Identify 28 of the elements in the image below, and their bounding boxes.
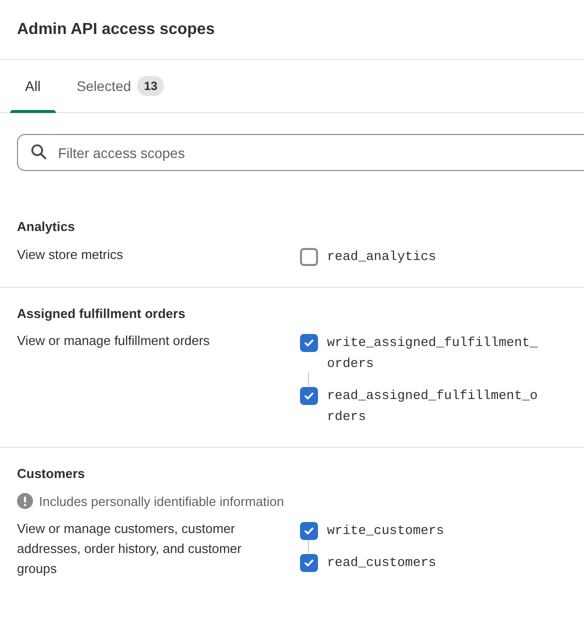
- section-description: View or manage customers, customer addresses, order history, and customer groups: [17, 520, 242, 578]
- dialog-title: Admin API access scopes: [17, 20, 215, 40]
- check-icon: [303, 525, 315, 537]
- count-badge: 13: [137, 76, 164, 96]
- section-title: Customers: [17, 465, 86, 483]
- checkbox[interactable]: [300, 248, 318, 266]
- checkbox[interactable]: [300, 554, 318, 572]
- checkbox[interactable]: [300, 522, 318, 540]
- search-field[interactable]: Filter access scopes: [17, 134, 584, 171]
- checkbox[interactable]: [300, 334, 318, 352]
- notice-text: Includes personally identifiable information: [39, 492, 284, 511]
- section-description: View or manage fulfillment orders: [17, 332, 211, 350]
- scope-name: read_analytics: [327, 248, 438, 266]
- check-icon: [303, 557, 315, 569]
- check-icon: [303, 337, 315, 349]
- section-title: Analytics: [17, 218, 76, 236]
- checkbox[interactable]: [300, 387, 318, 405]
- tab[interactable]: All: [10, 60, 56, 112]
- scope-name: read_customers: [327, 554, 438, 572]
- check-icon: [303, 390, 315, 402]
- scope-name: write_customers: [327, 522, 446, 540]
- tab[interactable]: Selected 13: [62, 60, 180, 112]
- section-description: View store metrics: [17, 246, 124, 264]
- search-icon: [30, 143, 48, 161]
- section-title: Assigned fulfillment orders: [17, 304, 186, 323]
- scope-name: write_assigned_fulfillment_orders: [327, 334, 539, 373]
- alert-icon: [17, 493, 33, 510]
- scope-name: read_assigned_fulfillment_orders: [327, 387, 539, 426]
